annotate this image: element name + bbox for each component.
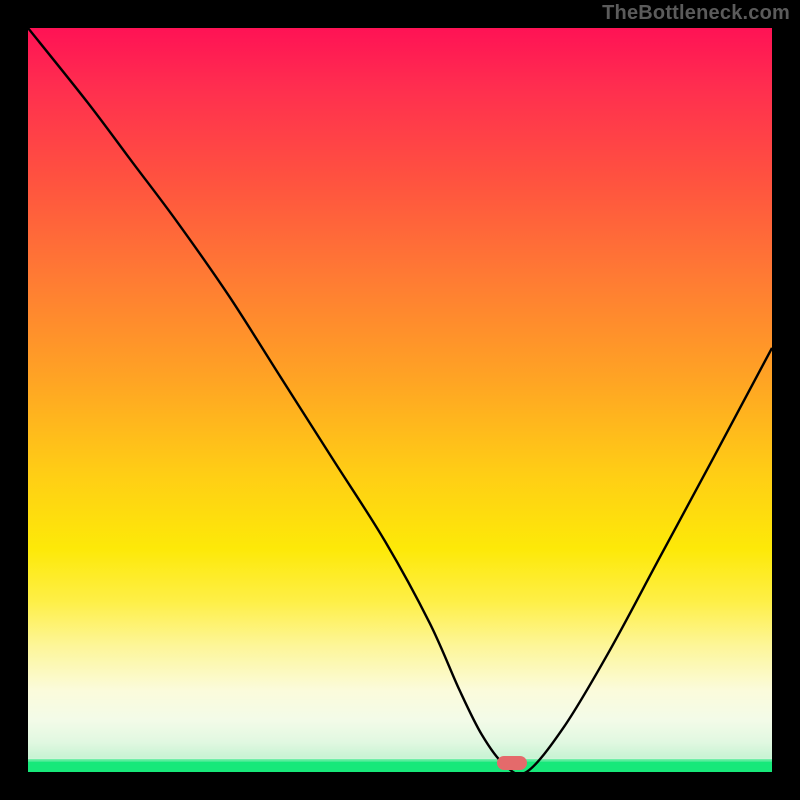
bottleneck-curve [28,28,772,772]
chart-frame: TheBottleneck.com [0,0,800,800]
plot-area [28,28,772,772]
attribution-label: TheBottleneck.com [602,2,790,25]
optimal-marker [497,756,527,770]
